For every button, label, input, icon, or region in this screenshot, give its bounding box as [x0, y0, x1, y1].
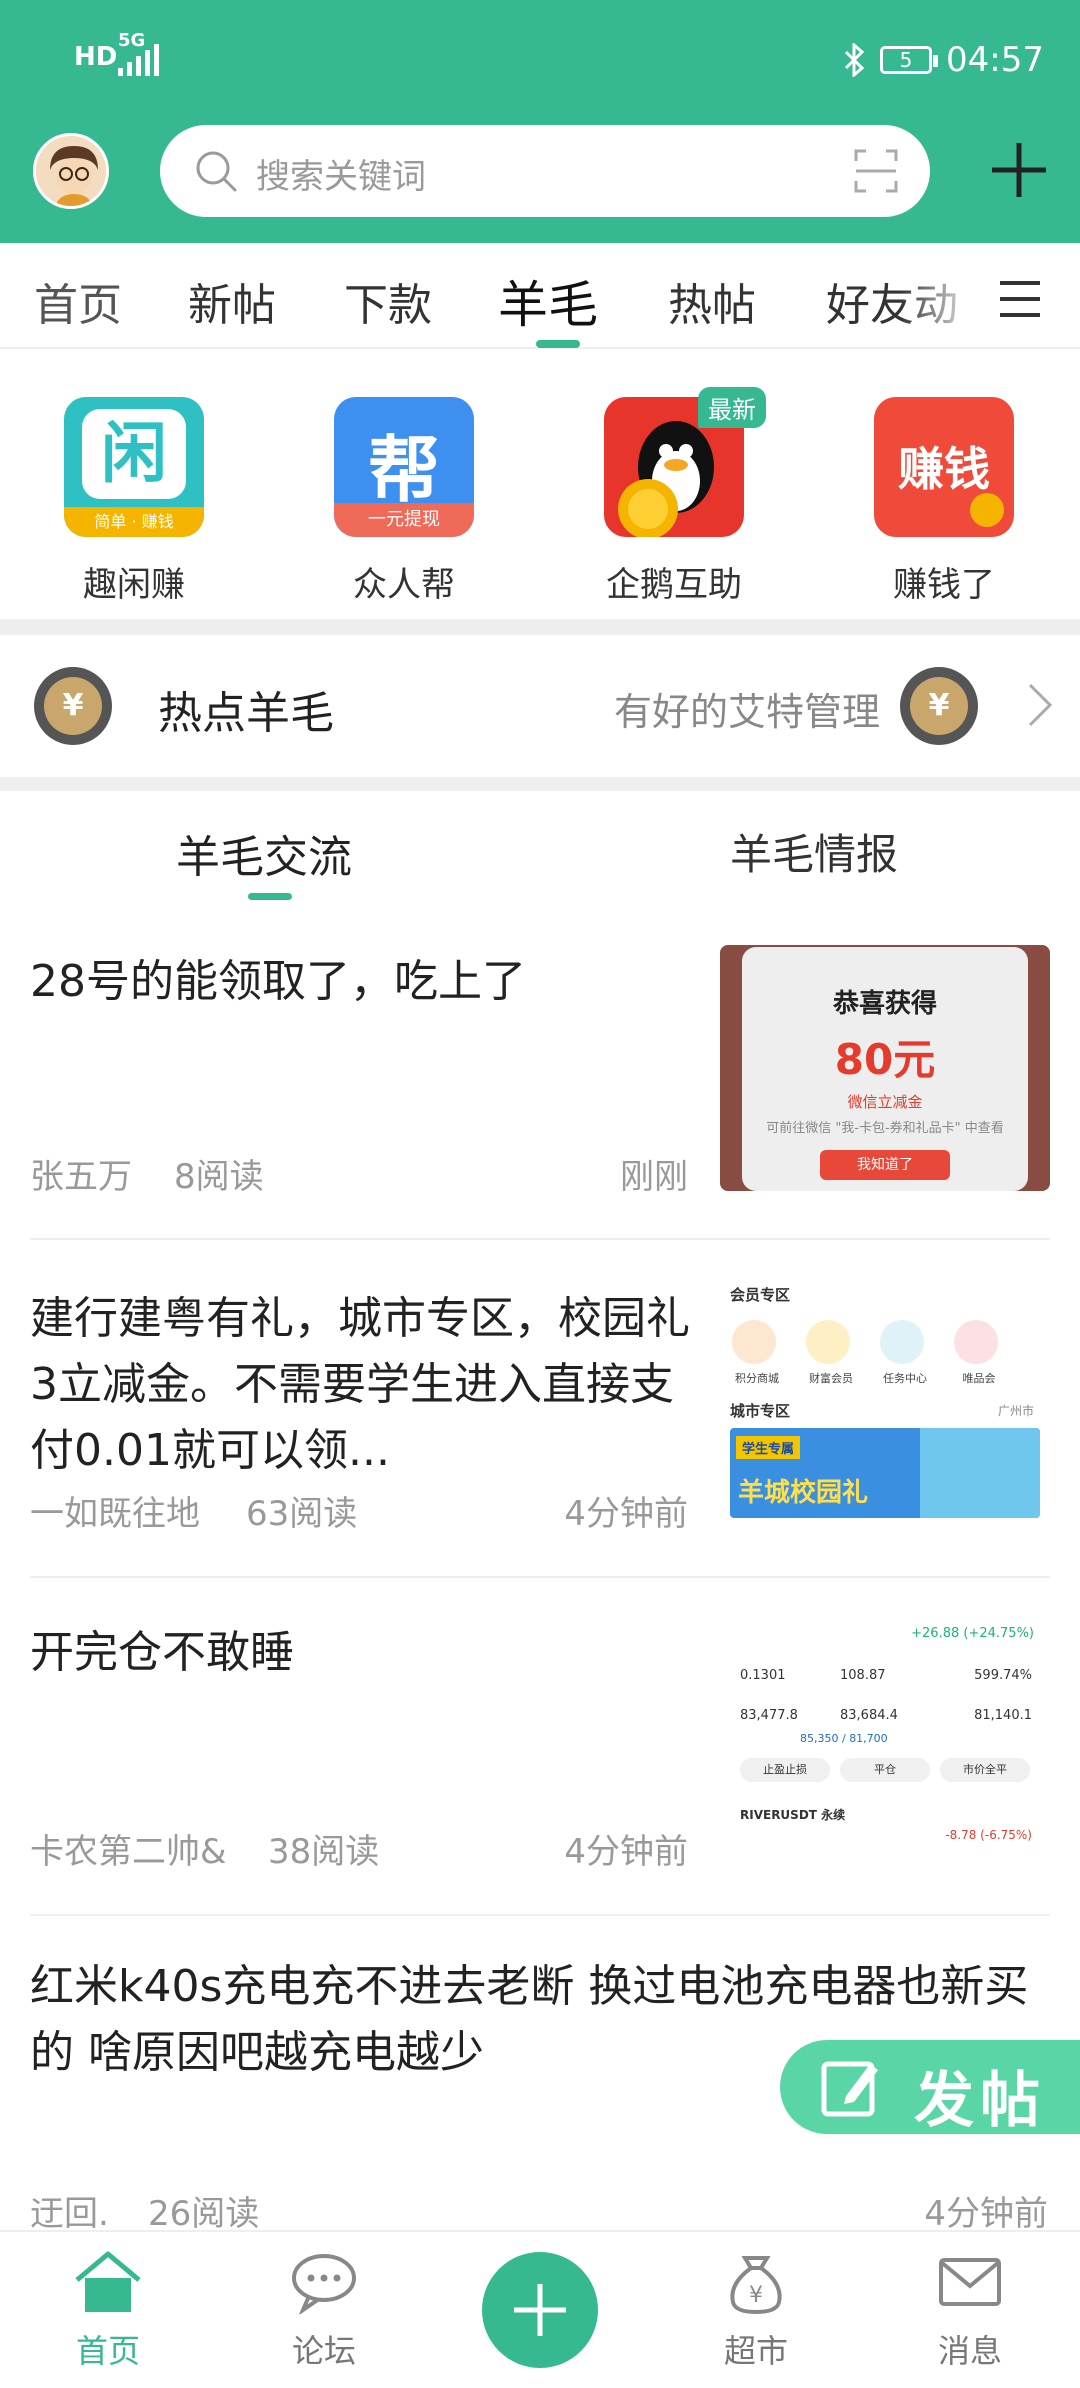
top-bar: 搜索关键词 — [0, 125, 1080, 243]
post-reads: 26阅读 — [148, 2194, 260, 2234]
edit-icon — [821, 2061, 878, 2117]
nav-market[interactable]: ¥ 超市 — [686, 2250, 826, 2372]
post-reads: 8阅读 — [174, 1157, 264, 1197]
shortcut-qiehuzhu[interactable]: 最新 企鹅互助 — [574, 387, 774, 606]
search-icon — [196, 151, 237, 192]
tab-active-indicator — [536, 340, 580, 348]
nav-forum[interactable]: 论坛 — [254, 2250, 394, 2372]
bottom-nav: 首页 论坛 ¥ 超市 消息 — [0, 2230, 1080, 2388]
nav-label: 超市 — [723, 2332, 788, 2370]
status-bar: HD 5G 5 04:57 — [0, 0, 1080, 125]
post-reads: 63阅读 — [246, 1494, 358, 1534]
new-badge: 最新 — [698, 387, 766, 428]
nav-label: 论坛 — [291, 2332, 356, 2370]
coin-icon: ¥ — [34, 667, 112, 745]
shortcut-zhuanqianle[interactable]: 赚钱 赚钱了 — [844, 397, 1044, 606]
hot-title: 热点羊毛 — [158, 688, 334, 739]
envelope-icon — [939, 2258, 1001, 2306]
add-icon[interactable] — [988, 139, 1050, 201]
zhongrenbang-icon: 帮 一元提现 — [334, 397, 474, 537]
tab-yangmao[interactable]: 羊毛 — [498, 265, 598, 337]
nav-messages[interactable]: 消息 — [900, 2250, 1040, 2372]
coin-icon: ¥ — [900, 667, 978, 745]
nav-home[interactable]: 首页 — [38, 2250, 178, 2372]
post-author: 卡农第二帅& — [30, 1832, 227, 1872]
avatar-image — [36, 136, 106, 206]
tab-hot-posts[interactable]: 热帖 — [668, 269, 756, 333]
search-bar[interactable]: 搜索关键词 — [160, 125, 930, 217]
tab-new-posts[interactable]: 新帖 — [188, 269, 276, 333]
post-author: 迂回. — [30, 2194, 109, 2234]
search-input[interactable]: 搜索关键词 — [256, 149, 426, 198]
post-author: 张五万 — [30, 1157, 132, 1197]
tab-yangmao-intel[interactable]: 羊毛情报 — [730, 821, 898, 882]
tab-home[interactable]: 首页 — [34, 269, 122, 333]
post-time: 刚刚 — [620, 1157, 688, 1197]
post-thumbnail: 会员专区 积分商城 财富会员 任务中心 唯品会 城市专区 广州市 学生专属 羊城… — [720, 1284, 1050, 1530]
post-thumbnail: 恭喜获得 80元 微信立减金 可前往微信 "我-卡包-券和礼品卡" 中查看 我知… — [720, 945, 1050, 1191]
section-divider — [0, 619, 1080, 635]
bluetooth-icon — [844, 43, 865, 77]
shortcut-quxianzhuan[interactable]: 闲 简单 · 赚钱 趣闲赚 — [34, 397, 234, 606]
sub-tab-active-indicator — [248, 893, 292, 900]
category-tabs: 首页 新帖 下款 羊毛 热帖 好友动 — [0, 243, 1080, 349]
chat-bubble-icon — [292, 2254, 356, 2316]
zhuanqianle-icon: 赚钱 — [874, 397, 1014, 537]
battery-icon: 5 — [880, 46, 939, 74]
home-icon — [75, 2251, 141, 2312]
avatar[interactable] — [33, 133, 109, 209]
post-thumbnail: +26.88 (+24.75%) 0.1301 108.87 599.74% 8… — [720, 1622, 1050, 1868]
svg-text:¥: ¥ — [749, 2283, 763, 2308]
post-title: 建行建粤有礼，城市专区，校园礼3立减金。不需要学生进入直接支付0.01就可以领.… — [30, 1293, 690, 1476]
chevron-right-icon — [1028, 683, 1053, 727]
post-reads: 38阅读 — [268, 1832, 380, 1872]
sub-tabs: 羊毛交流 羊毛情报 — [0, 791, 1080, 921]
new-post-label: 发帖 — [914, 2066, 1046, 2136]
hot-subtitle: 有好的艾特管理 — [613, 690, 880, 734]
scan-icon[interactable] — [852, 147, 900, 195]
shortcut-grid: 闲 简单 · 赚钱 趣闲赚 帮 一元提现 众人帮 最新 企鹅互助 赚钱 赚钱了 — [0, 351, 1080, 619]
new-post-button[interactable]: 发帖 — [780, 2040, 1080, 2136]
quxianzhuan-icon: 闲 简单 · 赚钱 — [64, 397, 204, 537]
shortcut-zhongrenbang[interactable]: 帮 一元提现 众人帮 — [304, 397, 504, 606]
clock: 04:57 — [946, 40, 1044, 80]
shortcut-label: 众人帮 — [353, 565, 455, 605]
post-time: 4分钟前 — [924, 2194, 1048, 2234]
post-time: 4分钟前 — [564, 1494, 688, 1534]
shortcut-label: 趣闲赚 — [83, 565, 185, 605]
post-time: 4分钟前 — [564, 1832, 688, 1872]
menu-icon[interactable] — [998, 279, 1042, 319]
add-button[interactable] — [482, 2252, 598, 2368]
tab-yangmao-exchange[interactable]: 羊毛交流 — [176, 821, 352, 885]
post-title: 开完仓不敢睡 — [30, 1627, 294, 1678]
post-title: 28号的能领取了，吃上了 — [30, 956, 526, 1007]
tab-loans[interactable]: 下款 — [344, 269, 432, 333]
hot-deals-row[interactable]: ¥ 热点羊毛 有好的艾特管理 ¥ — [0, 635, 1080, 777]
hd-indicator: HD — [74, 42, 118, 72]
post-author: 一如既往地 — [30, 1494, 200, 1534]
post-item[interactable]: 开完仓不敢睡 卡农第二帅& 38阅读 4分钟前 +26.88 (+24.75%)… — [0, 1578, 1080, 1916]
plus-icon — [514, 2284, 566, 2336]
shortcut-label: 企鹅互助 — [606, 565, 742, 605]
network-label: 5G — [118, 30, 146, 51]
section-divider — [0, 777, 1080, 791]
tab-fade — [900, 243, 980, 347]
post-item[interactable]: 28号的能领取了，吃上了 张五万 8阅读 刚刚 恭喜获得 80元 微信立减金 可… — [0, 921, 1080, 1239]
nav-label: 首页 — [75, 2332, 140, 2370]
nav-label: 消息 — [937, 2332, 1002, 2370]
shortcut-label: 赚钱了 — [893, 565, 995, 605]
money-bag-icon: ¥ — [730, 2256, 782, 2315]
post-item[interactable]: 建行建粤有礼，城市专区，校园礼3立减金。不需要学生进入直接支付0.01就可以领.… — [0, 1240, 1080, 1576]
